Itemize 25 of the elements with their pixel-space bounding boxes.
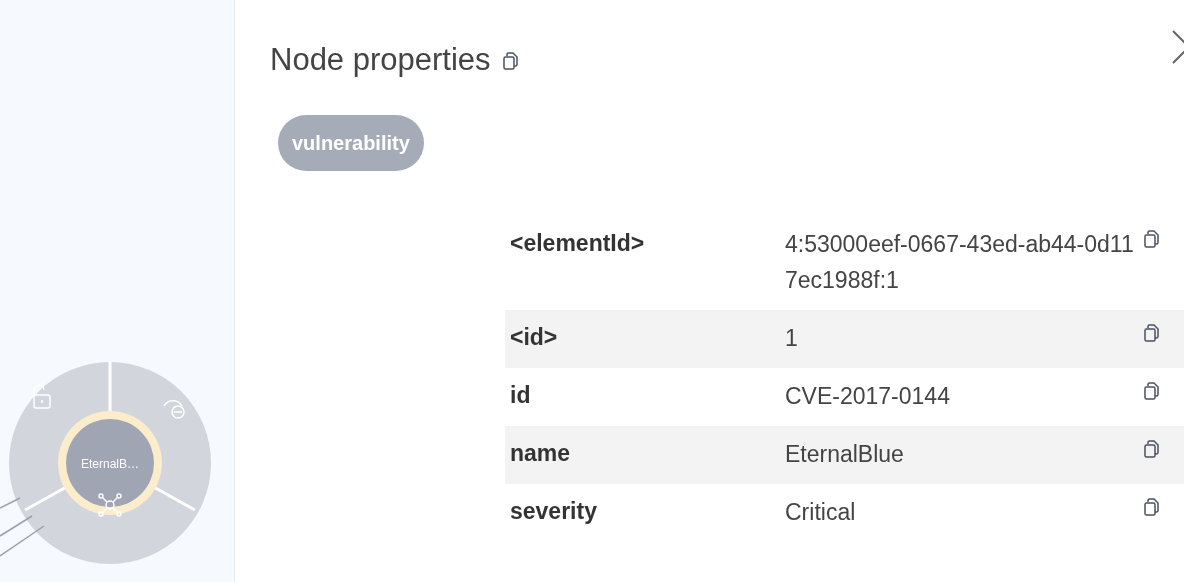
property-key: name: [510, 436, 785, 470]
copy-button[interactable]: [1144, 440, 1162, 460]
copy-icon: [1144, 324, 1160, 342]
copy-button[interactable]: [1144, 498, 1162, 518]
copy-button[interactable]: [1144, 382, 1162, 402]
copy-icon: [1144, 230, 1160, 248]
copy-button[interactable]: [1144, 324, 1162, 344]
property-value: CVE-2017-0144: [785, 382, 951, 411]
property-key: severity: [510, 494, 785, 528]
property-key: <elementId>: [510, 226, 785, 260]
close-button[interactable]: [1172, 30, 1184, 64]
label-badge[interactable]: vulnerability: [278, 115, 424, 171]
copy-button[interactable]: [502, 52, 521, 72]
property-value: 4:53000eef-0667-43ed-ab44-0d117ec1988f:1: [785, 230, 1135, 295]
copy-icon: [1144, 440, 1160, 458]
property-value: 1: [785, 324, 799, 353]
property-value: EternalBlue: [785, 440, 905, 469]
property-key: <id>: [510, 320, 785, 354]
panel-title: Node properties: [270, 42, 491, 78]
copy-button[interactable]: [1144, 230, 1162, 250]
copy-icon: [502, 52, 519, 70]
copy-icon: [1144, 382, 1160, 400]
property-key: id: [510, 378, 785, 412]
copy-icon: [1144, 498, 1160, 516]
property-value: Critical: [785, 498, 857, 527]
